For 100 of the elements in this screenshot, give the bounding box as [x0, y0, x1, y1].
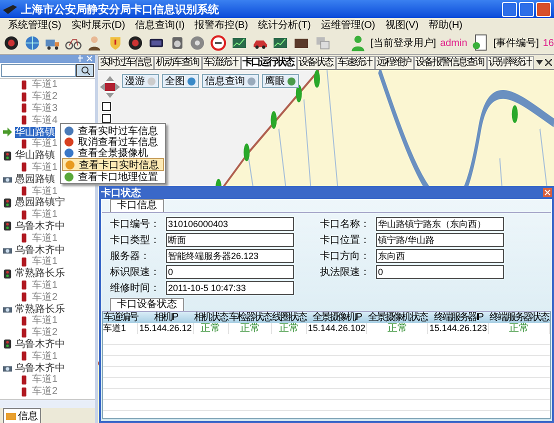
minimize-button[interactable] — [502, 2, 517, 16]
input-field[interactable]: 0 — [376, 264, 504, 278]
tab[interactable]: 实时过车信息 — [98, 56, 154, 69]
group-tab[interactable]: 卡口设备状态 — [110, 298, 184, 311]
tree-item[interactable]: 车道1 — [32, 280, 58, 291]
menu-item[interactable]: 运维管理(O) — [320, 18, 376, 32]
tree-item[interactable]: 车道2 — [32, 91, 58, 102]
column-header[interactable]: 终端服务器状态 — [488, 312, 550, 323]
lane-icon — [20, 115, 29, 126]
tab[interactable]: 识别率统计 — [486, 56, 534, 69]
close-icon[interactable] — [545, 58, 552, 66]
tree-item[interactable]: 车道1 — [32, 232, 58, 244]
tree-item[interactable]: 华山路镇 — [15, 150, 55, 162]
column-header[interactable]: 线圈状态 — [272, 312, 306, 323]
pin-icon[interactable] — [77, 55, 84, 62]
search-button[interactable] — [76, 64, 94, 77]
lane-icon — [20, 80, 29, 90]
tab[interactable]: 设备状态 — [296, 56, 336, 69]
scrollbar[interactable] — [0, 399, 95, 408]
tab[interactable]: 设备报警信息查询 — [414, 56, 486, 69]
pan-control-icon[interactable] — [100, 76, 120, 98]
panel-tab[interactable]: 信息 — [3, 408, 41, 423]
tree-item[interactable]: 车道3 — [32, 102, 58, 114]
input-field[interactable]: 断面 — [166, 232, 294, 246]
tree-item[interactable]: 车道2 — [32, 292, 58, 303]
map-tool-button[interactable]: 鹰眼 — [262, 74, 299, 88]
map-tool-button[interactable]: 信息查询 — [202, 74, 259, 88]
field-label: 卡口编号： — [110, 218, 161, 230]
tree-item[interactable]: 车道2 — [32, 327, 58, 338]
tree-item[interactable]: 愚园路镇 — [15, 174, 55, 185]
input-field[interactable]: 310106000403 — [166, 216, 294, 230]
zoom-out-button[interactable] — [102, 114, 111, 123]
menu-item[interactable]: 实时展示(D) — [71, 18, 126, 32]
input-field[interactable]: 华山路镇宁路东（东向西） — [376, 216, 504, 230]
input-field[interactable]: 0 — [166, 264, 294, 278]
group-tab[interactable]: 卡口信息 — [110, 199, 164, 212]
person-icon[interactable] — [86, 34, 103, 52]
sign-icon[interactable] — [210, 34, 227, 52]
close-button[interactable] — [536, 2, 551, 16]
menu-item[interactable]: 查看全景摄像机 — [62, 147, 164, 158]
tree-item[interactable]: 乌鲁木齐中 — [15, 338, 65, 350]
tree-item[interactable]: 车道2 — [32, 386, 58, 398]
tree-item[interactable]: 常熟路长乐 — [15, 268, 65, 280]
tree-item[interactable]: 华山路镇 — [15, 126, 55, 138]
column-header[interactable]: 车检器状态 — [228, 312, 272, 323]
menu-item[interactable]: 取消查看过车信息 — [62, 136, 164, 147]
camera-icon — [3, 363, 12, 374]
tab[interactable]: 远程维护 — [374, 56, 414, 69]
tab[interactable]: 车流统计 — [202, 56, 240, 69]
menu-item[interactable]: 查看卡口地理位置 — [62, 171, 164, 182]
column-header[interactable]: 车道编号 — [103, 312, 138, 323]
column-header[interactable]: 全景摄像机IP — [306, 312, 367, 323]
column-header[interactable]: 全景摄像机状态 — [366, 312, 428, 323]
tree-item[interactable]: 愚园路镇宁 — [15, 197, 65, 208]
menu-item[interactable]: 查看实时过车信息 — [62, 125, 164, 136]
tree-item[interactable]: 车道1 — [32, 186, 58, 197]
menu-item[interactable]: 统计分析(T) — [258, 18, 311, 32]
tree-item[interactable]: 车道1 — [32, 162, 58, 173]
menu-item[interactable]: 系统管理(S) — [8, 18, 62, 32]
input-field[interactable]: 东向西 — [376, 248, 504, 262]
user-name: admin — [440, 38, 468, 48]
lane-icon — [20, 280, 29, 290]
tree-item[interactable]: 常熟路长乐 — [15, 304, 65, 315]
tab[interactable]: 卡口运行状态 — [240, 56, 296, 69]
input-field[interactable]: 镇宁路/华山路 — [376, 232, 504, 246]
column-header[interactable]: 相机IP — [138, 312, 194, 323]
tree-item[interactable]: 车道4 — [32, 114, 58, 126]
tree-item[interactable]: 车道1 — [32, 256, 58, 268]
tree-item[interactable]: 乌鲁木齐中 — [15, 220, 65, 232]
zoom-in-button[interactable] — [102, 102, 111, 111]
menu-item[interactable]: 查看卡口实时信息 — [62, 158, 164, 171]
lane-icon — [20, 386, 29, 397]
camera-icon[interactable] — [3, 34, 20, 52]
tab[interactable]: 车速统计 — [336, 56, 374, 69]
menu-item[interactable]: 帮助(H) — [428, 18, 462, 32]
column-header[interactable]: 终端服务器IP — [428, 312, 489, 323]
map-tool-button[interactable]: 漫游 — [122, 74, 159, 88]
tree-item[interactable]: 乌鲁木齐中 — [15, 244, 65, 256]
tab[interactable]: 机动车查询 — [154, 56, 202, 69]
event-number: 16 — [542, 38, 554, 48]
tree-item[interactable]: 车道1 — [32, 138, 58, 150]
menu-item[interactable]: 视图(V) — [385, 18, 419, 32]
camera-icon[interactable] — [127, 34, 144, 52]
tree-item[interactable]: 车道1 — [32, 209, 58, 220]
menu-item[interactable]: 报警布控(B) — [194, 18, 248, 32]
menu-item[interactable]: 信息查询(I) — [135, 18, 185, 32]
input-field[interactable]: 2011-10-5 10:47:33 — [166, 280, 294, 294]
tree-item[interactable]: 乌鲁木齐中 — [15, 362, 65, 374]
tree-item[interactable]: 车道1 — [32, 79, 58, 90]
tree-item[interactable]: 车道1 — [32, 350, 58, 362]
maximize-button[interactable] — [519, 2, 534, 16]
tree-item[interactable]: 车道1 — [32, 374, 58, 386]
column-header[interactable]: 相机状态 — [193, 312, 228, 323]
dropdown-icon[interactable] — [536, 58, 543, 66]
window-title: 上海市公安局静安分局卡口信息识别系统 — [21, 2, 219, 16]
lane-icon — [20, 138, 29, 149]
tree-item[interactable]: 车道1 — [32, 315, 58, 326]
search-field[interactable] — [1, 64, 76, 77]
map-tool-button[interactable]: 全图 — [162, 74, 199, 88]
input-field[interactable]: 智能终端服务器26.123 — [166, 248, 294, 262]
